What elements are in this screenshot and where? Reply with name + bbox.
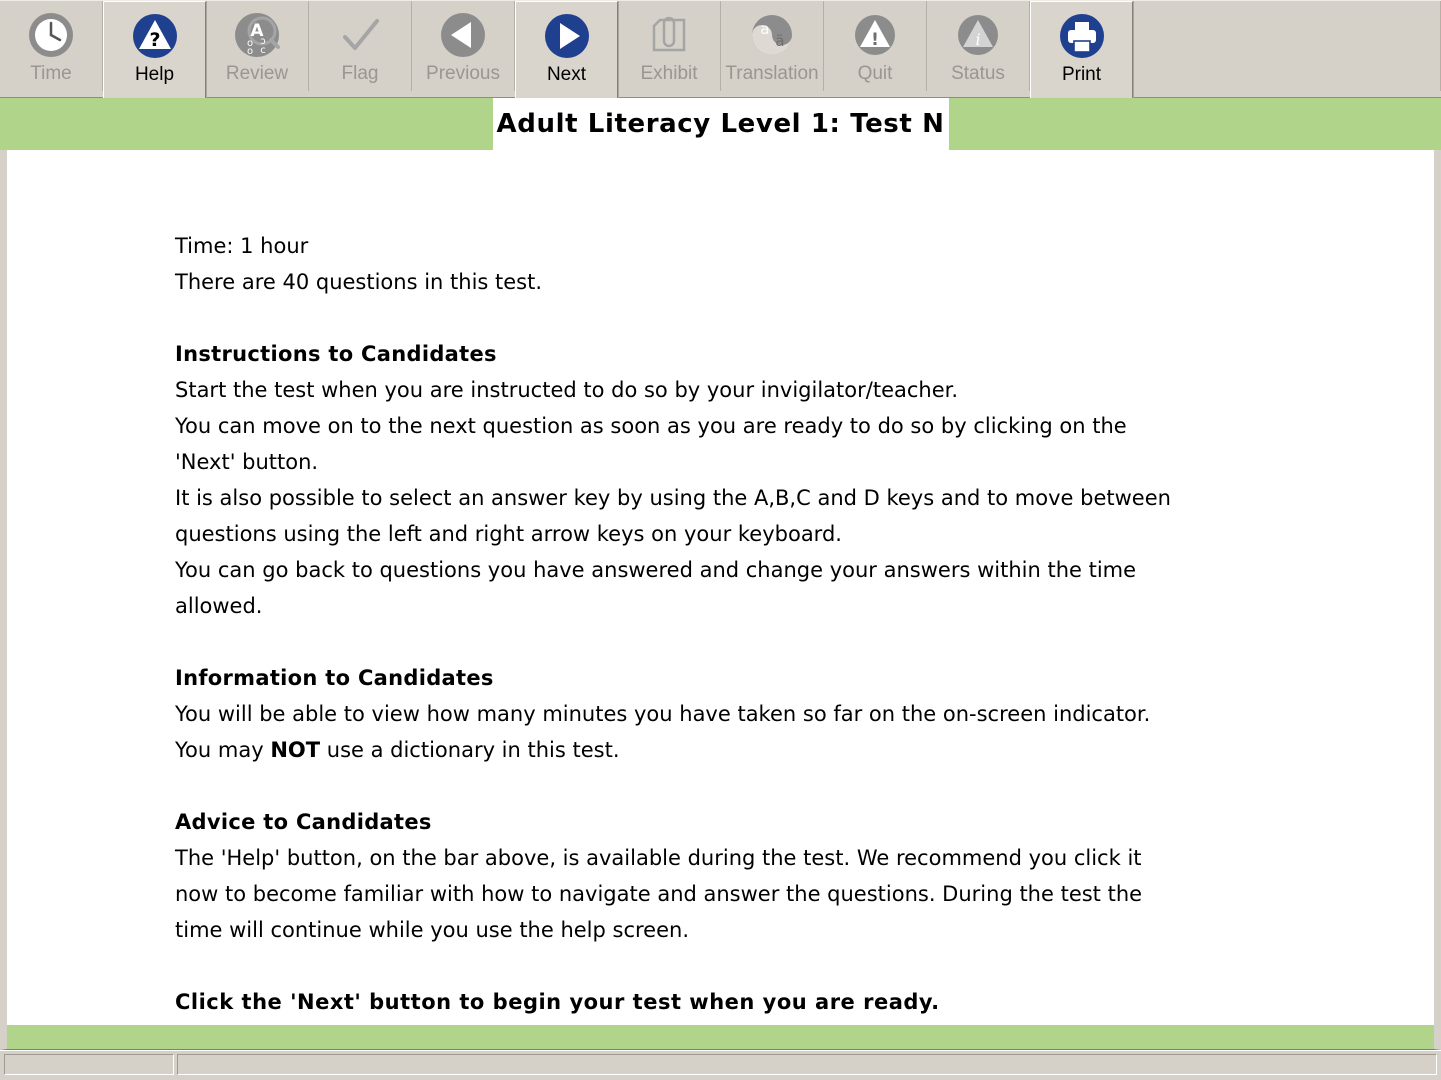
toolbar-label-help: Help — [134, 64, 175, 85]
instructions-line-4: You can go back to questions you have an… — [175, 558, 1137, 618]
status-pane-left — [4, 1054, 174, 1075]
toolbar-button-quit[interactable]: ! Quit — [824, 1, 927, 91]
help-triangle-icon: ? — [129, 10, 181, 62]
closing-instruction: Click the 'Next' button to begin your te… — [175, 990, 940, 1014]
exhibit-clipboard-icon — [643, 9, 695, 61]
toolbar-label-flag: Flag — [341, 63, 379, 84]
information-line-2-pre: You may — [175, 738, 271, 762]
advice-heading: Advice to Candidates — [175, 810, 432, 834]
review-magnifier-icon: A o ɔ o c — [231, 9, 283, 61]
information-line-2-emphasis: NOT — [270, 738, 321, 762]
test-content-area: Time: 1 hour There are 40 questions in t… — [0, 150, 1441, 1025]
clock-icon — [25, 9, 77, 61]
time-line: Time: 1 hour — [175, 234, 309, 258]
toolbar-button-time[interactable]: Time — [0, 1, 103, 91]
toolbar-button-review[interactable]: A o ɔ o c Review — [206, 1, 309, 91]
toolbar-label-quit: Quit — [857, 63, 893, 84]
page-title: Adult Literacy Level 1: Test N — [496, 109, 945, 139]
toolbar-button-exhibit[interactable]: Exhibit — [618, 1, 721, 91]
toolbar-button-print[interactable]: Print — [1030, 1, 1133, 98]
exam-application-window: Time ? Help A o ɔ o c Review Flag Previo… — [0, 0, 1441, 1080]
footer-band — [0, 1025, 1441, 1050]
translation-yinyang-icon: a ä — [746, 9, 798, 61]
questions-count-line: There are 40 questions in this test. — [175, 270, 543, 294]
svg-text:!: ! — [871, 30, 879, 50]
svg-text:o: o — [247, 46, 253, 57]
advice-line-1: The 'Help' button, on the bar above, is … — [175, 846, 1143, 942]
information-heading: Information to Candidates — [175, 666, 494, 690]
toolbar-button-previous[interactable]: Previous — [412, 1, 515, 91]
toolbar-label-exhibit: Exhibit — [640, 63, 698, 84]
svg-text:i: i — [975, 30, 980, 49]
toolbar-button-flag[interactable]: Flag — [309, 1, 412, 91]
checkmark-icon — [334, 9, 386, 61]
toolbar-label-time: Time — [30, 63, 72, 84]
svg-text:a: a — [760, 20, 769, 38]
status-bar — [0, 1050, 1441, 1080]
toolbar-button-next[interactable]: Next — [515, 1, 618, 98]
toolbar-button-translation[interactable]: a ä Translation — [721, 1, 824, 91]
main-toolbar: Time ? Help A o ɔ o c Review Flag Previo… — [0, 0, 1441, 98]
next-arrow-icon — [541, 10, 593, 62]
toolbar-button-status[interactable]: i Status — [927, 1, 1030, 91]
instructions-line-2: You can move on to the next question as … — [175, 414, 1127, 474]
toolbar-label-previous: Previous — [426, 63, 500, 84]
quit-warning-icon: ! — [849, 9, 901, 61]
information-line-2-post: use a dictionary in this test. — [320, 738, 620, 762]
previous-arrow-icon — [437, 9, 489, 61]
instructions-document: Time: 1 hour There are 40 questions in t… — [7, 150, 1187, 1020]
status-info-icon: i — [952, 9, 1004, 61]
toolbar-button-help[interactable]: ? Help — [103, 1, 206, 98]
title-plate: Adult Literacy Level 1: Test N — [492, 98, 949, 150]
instructions-heading: Instructions to Candidates — [175, 342, 497, 366]
svg-text:ä: ä — [775, 32, 784, 50]
svg-text:c: c — [260, 45, 266, 56]
printer-icon — [1056, 10, 1108, 62]
information-line-2: You may NOT use a dictionary in this tes… — [175, 732, 1187, 768]
header-band: Adult Literacy Level 1: Test N — [0, 97, 1441, 150]
instructions-line-1: Start the test when you are instructed t… — [175, 378, 959, 402]
toolbar-label-review: Review — [225, 63, 289, 84]
svg-text:?: ? — [149, 29, 160, 51]
toolbar-label-next: Next — [546, 64, 587, 85]
information-line-1: You will be able to view how many minute… — [175, 702, 1151, 726]
toolbar-label-print: Print — [1061, 64, 1102, 85]
toolbar-empty-space — [1133, 1, 1441, 91]
instructions-line-3: It is also possible to select an answer … — [175, 486, 1171, 546]
status-pane-right — [177, 1054, 1437, 1075]
toolbar-label-status: Status — [951, 63, 1005, 84]
toolbar-label-translation: Translation — [725, 63, 819, 84]
